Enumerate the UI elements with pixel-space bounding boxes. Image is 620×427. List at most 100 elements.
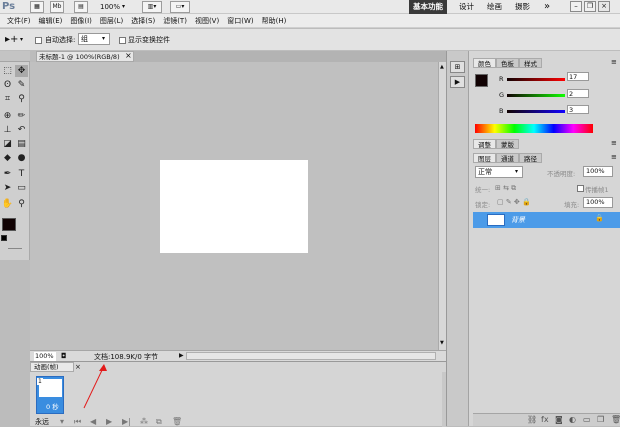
brush-tool-icon[interactable]: ✏ — [15, 110, 28, 122]
actions-panel-icon[interactable]: ▶ — [450, 76, 465, 88]
eraser-tool-icon[interactable]: ◪ — [1, 138, 14, 150]
close-icon[interactable]: × — [598, 1, 610, 12]
menu-select[interactable]: 选择(S) — [127, 14, 159, 28]
type-tool-icon[interactable]: T — [15, 168, 28, 180]
restore-icon[interactable]: ❐ — [584, 1, 596, 12]
layer-name[interactable]: 背景 — [511, 215, 525, 225]
close-icon[interactable]: × — [125, 51, 132, 60]
vertical-scrollbar[interactable]: ▲ ▼ — [438, 62, 446, 350]
gradient-tool-icon[interactable]: ▤ — [15, 138, 28, 150]
pen-tool-icon[interactable]: ✒ — [1, 168, 14, 180]
menu-window[interactable]: 窗口(W) — [223, 14, 257, 28]
document-tab[interactable]: 未标题-1 @ 100%(RGB/8) — [36, 51, 134, 62]
new-group-icon[interactable]: ▭ — [583, 415, 591, 424]
chevron-down-icon[interactable]: ▾ — [122, 3, 125, 10]
tab-channels[interactable]: 通道 — [496, 153, 519, 163]
delete-layer-icon[interactable]: 🗑 — [611, 415, 620, 424]
tab-layers[interactable]: 图层 — [473, 153, 496, 163]
fill-input[interactable]: 100% — [583, 197, 613, 208]
frame-delay[interactable]: 0 秒 — [46, 401, 59, 411]
new-layer-icon[interactable]: ❐ — [597, 415, 604, 424]
blur-tool-icon[interactable]: ◆ — [1, 152, 14, 164]
history-panel-icon[interactable]: ⊞ — [450, 61, 465, 73]
menu-filter[interactable]: 滤镜(T) — [159, 14, 191, 28]
tween-icon[interactable]: ⁂ — [140, 417, 148, 426]
layer-row[interactable]: 背景 🔒 — [473, 212, 620, 228]
add-mask-icon[interactable]: ◙ — [555, 415, 563, 424]
panel-menu-icon[interactable]: ≡ — [611, 139, 617, 147]
g-slider[interactable] — [507, 94, 565, 97]
shape-tool-icon[interactable]: ▭ — [15, 182, 28, 194]
zoom-tool-icon[interactable]: ⚲ — [15, 198, 28, 210]
auto-select-checkbox[interactable] — [35, 37, 42, 44]
workspace-design[interactable]: 设计 — [455, 0, 478, 14]
opacity-input[interactable]: 100% — [583, 166, 613, 177]
eyedropper-tool-icon[interactable]: ⚲ — [15, 93, 28, 105]
history-brush-tool-icon[interactable]: ↶ — [15, 124, 28, 136]
b-value-input[interactable]: 3 — [567, 105, 589, 114]
arrange-documents-icon[interactable]: ▥▾ — [142, 1, 162, 13]
tab-styles[interactable]: 样式 — [519, 58, 542, 68]
lasso-tool-icon[interactable]: ʘ — [1, 79, 14, 91]
quick-select-tool-icon[interactable]: ✎ — [15, 79, 28, 91]
crop-tool-icon[interactable]: ⌗ — [1, 93, 14, 105]
scroll-down-icon[interactable]: ▼ — [440, 340, 444, 346]
status-menu-icon[interactable]: ▶ — [179, 352, 184, 359]
delete-frame-icon[interactable]: 🗑 — [172, 417, 182, 426]
link-layers-icon[interactable]: ⛓ — [527, 415, 537, 424]
workspace-photography[interactable]: 摄影 — [511, 0, 534, 14]
document-canvas[interactable] — [160, 160, 308, 253]
workspace-essentials[interactable]: 基本功能 — [409, 0, 447, 14]
tool-preset-chevron-icon[interactable]: ▾ — [20, 36, 23, 43]
previous-frame-icon[interactable]: ◀ — [90, 417, 96, 426]
status-zoom[interactable]: 100% — [34, 352, 56, 361]
lock-icons[interactable]: ▢ ✎ ✥ 🔒 — [497, 198, 531, 206]
status-preview-icon[interactable]: ◘ — [61, 352, 67, 360]
default-colors-icon[interactable] — [1, 235, 7, 241]
panel-menu-icon[interactable]: ≡ — [611, 153, 617, 161]
menu-file[interactable]: 文件(F) — [3, 14, 35, 28]
tab-paths[interactable]: 路径 — [519, 153, 542, 163]
r-slider[interactable] — [507, 78, 565, 81]
screen-mode-icon[interactable]: ▭▾ — [170, 1, 190, 13]
menu-layer[interactable]: 图层(L) — [96, 14, 127, 28]
b-slider[interactable] — [507, 110, 565, 113]
auto-select-dropdown[interactable]: 组 — [78, 33, 110, 45]
mini-bridge-button[interactable]: Mb — [50, 1, 64, 13]
menu-image[interactable]: 图像(I) — [66, 14, 96, 28]
show-transform-checkbox[interactable] — [119, 37, 126, 44]
propagate-checkbox[interactable] — [577, 185, 584, 192]
color-ramp[interactable] — [475, 124, 593, 133]
g-value-input[interactable]: 2 — [567, 89, 589, 98]
path-select-tool-icon[interactable]: ➤ — [1, 182, 14, 194]
foreground-color-swatch[interactable] — [2, 218, 16, 231]
workspace-painting[interactable]: 绘画 — [483, 0, 506, 14]
menu-view[interactable]: 视图(V) — [191, 14, 223, 28]
clone-stamp-tool-icon[interactable]: ⊥ — [1, 124, 14, 136]
adjustment-layer-icon[interactable]: ◐ — [569, 415, 576, 424]
animation-tab[interactable]: 动画(帧) — [30, 362, 74, 372]
scroll-up-icon[interactable]: ▲ — [440, 64, 444, 70]
move-tool-icon[interactable]: ▸+ — [5, 34, 18, 45]
horizontal-scrollbar[interactable] — [186, 352, 436, 360]
play-icon[interactable]: ▶ — [106, 417, 112, 426]
fx-icon[interactable]: fx — [541, 415, 549, 424]
tab-swatches[interactable]: 色板 — [496, 58, 519, 68]
more-workspaces-icon[interactable]: » — [540, 0, 554, 14]
dodge-tool-icon[interactable]: ● — [15, 152, 28, 164]
r-value-input[interactable]: 17 — [567, 72, 589, 81]
minimize-icon[interactable]: – — [570, 1, 582, 12]
panel-menu-icon[interactable]: ≡ — [611, 58, 617, 66]
healing-brush-tool-icon[interactable]: ⊕ — [1, 110, 14, 122]
unify-icons[interactable]: ⊞ ⇆ ⧉ — [495, 184, 516, 193]
tab-color[interactable]: 颜色 — [473, 58, 496, 68]
move-tool-icon[interactable]: ✥ — [15, 65, 28, 77]
menu-edit[interactable]: 编辑(E) — [35, 14, 67, 28]
view-extras-icon[interactable]: ▤ — [74, 1, 88, 13]
zoom-level-dropdown[interactable]: 100% — [100, 1, 120, 13]
next-frame-icon[interactable]: ▶| — [122, 417, 131, 426]
hand-tool-icon[interactable]: ✋ — [1, 198, 14, 210]
animation-frame[interactable]: 1 0 秒 — [36, 376, 64, 414]
quick-mask-icon[interactable] — [8, 248, 22, 249]
bridge-icon[interactable]: ▦ — [30, 1, 44, 13]
